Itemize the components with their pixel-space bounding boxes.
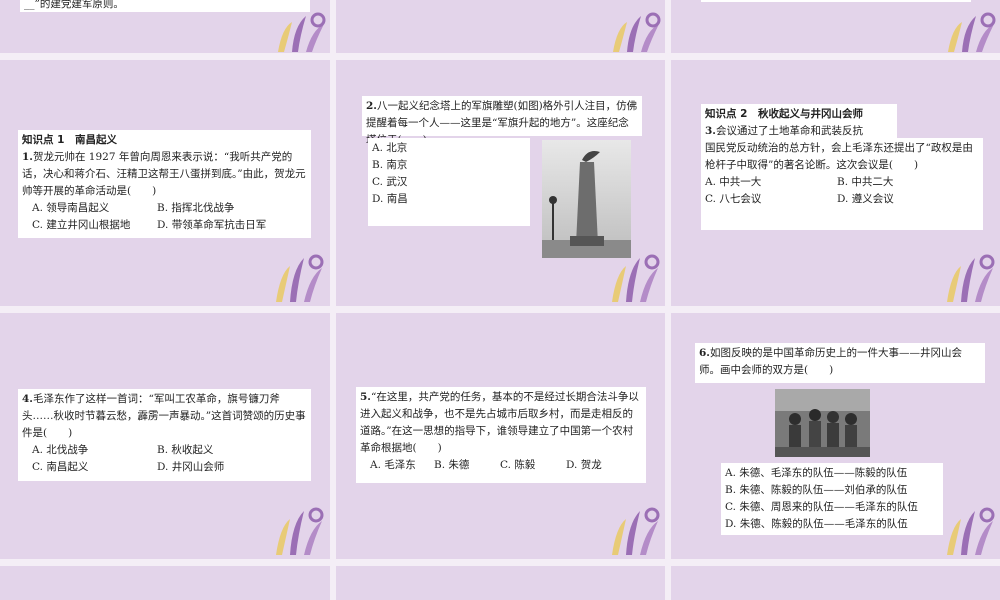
q3-number: 3.	[705, 125, 716, 137]
painting-image-icon	[775, 389, 870, 457]
q4-stem-text: 毛泽东作了这样一首词：“军叫工农革命，旗号镰刀斧头……秋收时节暮云愁，霹雳一声暴…	[22, 393, 306, 439]
q3-option-a: A. 中共一大	[705, 176, 762, 188]
q6-stem-text: 如图反映的是中国革命历史上的一件大事——井冈山会师。画中会师的双方是( )	[699, 347, 962, 376]
q1-number: 1.	[22, 151, 33, 163]
decorative-flower-icon	[947, 254, 995, 302]
q1-options-row-1: A. 领导南昌起义 B. 指挥北伐战争	[22, 200, 307, 217]
section-heading-1: 知识点 1 南昌起义	[22, 134, 117, 146]
q4-option-c: C. 南昌起义	[32, 461, 89, 473]
q4-options-row-2: C. 南昌起义 D. 井冈山会师	[22, 459, 307, 476]
slide-bottom-right	[671, 566, 1000, 600]
q6-option-d: D. 朱德、陈毅的队伍——毛泽东的队伍	[725, 518, 908, 530]
q1-stem-text: 贺龙元帅在 1927 年曾向周恩来表示说：“我听共产党的话，决心和蒋介石、汪精卫…	[22, 151, 306, 197]
q2-stem-box: 2.八一起义纪念塔上的军旗雕塑(如图)格外引人注目，仿佛提醒着每一个人——这里是…	[362, 96, 642, 146]
q1-box: 知识点 1 南昌起义 1.贺龙元帅在 1927 年曾向周恩来表示说：“我听共产党…	[18, 130, 311, 238]
slide-top-middle	[336, 0, 665, 53]
top-fragment-text: __”的建党建军原则。	[24, 0, 124, 10]
q3-option-c: C. 八七会议	[705, 193, 762, 205]
slide-q3: 知识点 2 秋收起义与井冈山会师 3.会议通过了土地革命和武装反抗 国民党反动统…	[671, 60, 1000, 306]
q6-option-c: C. 朱德、周恩来的队伍——毛泽东的队伍	[725, 501, 918, 513]
q2-option-c: C. 武汉	[372, 176, 408, 188]
q6-option-b: B. 朱德、陈毅的队伍——刘伯承的队伍	[725, 484, 908, 496]
q3-stem-first: 会议通过了土地革命和武装反抗	[715, 125, 863, 137]
q6-option-a: A. 朱德、毛泽东的队伍——陈毅的队伍	[725, 467, 908, 479]
q3-body-box: 国民党反动统治的总方针，会上毛泽东还提出了“政权是由枪杆子中取得”的著名论断。这…	[701, 138, 983, 230]
q5-option-a: A. 毛泽东	[370, 459, 416, 471]
q5-option-b: B. 朱德	[434, 459, 470, 471]
q2-number: 2.	[366, 100, 377, 112]
slide-q5: 5.“在这里，共产党的任务，基本的不是经过长期合法斗争以进入起义和战争，也不是先…	[336, 313, 665, 559]
q5-box: 5.“在这里，共产党的任务，基本的不是经过长期合法斗争以进入起义和战争，也不是先…	[356, 387, 646, 483]
q4-option-a: A. 北伐战争	[32, 444, 89, 456]
slide-q2: 2.八一起义纪念塔上的军旗雕塑(如图)格外引人注目，仿佛提醒着每一个人——这里是…	[336, 60, 665, 306]
slide-q4: 4.毛泽东作了这样一首词：“军叫工农革命，旗号镰刀斧头……秋收时节暮云愁，霹雳一…	[0, 313, 330, 559]
q4-options-row-1: A. 北伐战争 B. 秋收起义	[22, 442, 307, 459]
q1-option-d: D. 带领革命军抗击日军	[157, 219, 267, 231]
slide-bottom-middle	[336, 566, 665, 600]
decorative-flower-icon	[612, 507, 660, 555]
q3-option-b: B. 中共二大	[837, 176, 894, 188]
q1-options-row-2: C. 建立井冈山根据地 D. 带领革命军抗击日军	[22, 217, 307, 234]
decorative-flower-icon	[276, 507, 324, 555]
q4-stem: 4.毛泽东作了这样一首词：“军叫工农革命，旗号镰刀斧头……秋收时节暮云愁，霹雳一…	[22, 391, 307, 442]
decorative-flower-icon	[948, 12, 996, 52]
q5-stem: 5.“在这里，共产党的任务，基本的不是经过长期合法斗争以进入起义和战争，也不是先…	[360, 389, 642, 457]
q1-stem: 1.贺龙元帅在 1927 年曾向周恩来表示说：“我听共产党的话，决心和蒋介石、汪…	[22, 149, 307, 200]
slide-top-right	[671, 0, 1000, 53]
q4-option-b: B. 秋收起义	[157, 444, 214, 456]
q6-stem-box: 6.如图反映的是中国革命历史上的一件大事——井冈山会师。画中会师的双方是( )	[695, 343, 985, 383]
q3-options-row-2: C. 八七会议 D. 遵义会议	[705, 191, 979, 208]
decorative-flower-icon	[947, 507, 995, 555]
q6-number: 6.	[699, 347, 710, 359]
q1-option-a: A. 领导南昌起义	[32, 202, 110, 214]
q3-option-d: D. 遵义会议	[837, 193, 894, 205]
decorative-flower-icon	[612, 254, 660, 302]
monument-image-icon	[542, 151, 631, 258]
q2-option-d: D. 南昌	[372, 193, 408, 205]
q1-option-c: C. 建立井冈山根据地	[32, 219, 131, 231]
q5-option-d: D. 贺龙	[566, 459, 602, 471]
q2-option-b: B. 南京	[372, 159, 408, 171]
q5-number: 5.	[360, 391, 371, 403]
section-heading-2: 知识点 2 秋收起义与井冈山会师	[705, 108, 863, 120]
jinggangshan-painting	[775, 389, 870, 457]
slide-q6: 6.如图反映的是中国革命历史上的一件大事——井冈山会师。画中会师的双方是( ) …	[671, 313, 1000, 559]
decorative-flower-icon	[613, 12, 661, 52]
q4-number: 4.	[22, 393, 33, 405]
q1-option-b: B. 指挥北伐战争	[157, 202, 235, 214]
q6-options-box: A. 朱德、毛泽东的队伍——陈毅的队伍 B. 朱德、陈毅的队伍——刘伯承的队伍 …	[721, 463, 943, 535]
slide-top-left: __”的建党建军原则。	[0, 0, 330, 53]
q5-stem-text: “在这里，共产党的任务，基本的不是经过长期合法斗争以进入起义和战争，也不是先占城…	[360, 391, 639, 454]
q3-options-row-1: A. 中共一大 B. 中共二大	[705, 174, 979, 191]
monument-photo	[542, 140, 631, 258]
q5-options-row: A. 毛泽东 B. 朱德 C. 陈毅 D. 贺龙	[360, 457, 642, 474]
q3-heading-box: 知识点 2 秋收起义与井冈山会师 3.会议通过了土地革命和武装反抗	[701, 104, 897, 140]
q4-option-d: D. 井冈山会师	[157, 461, 225, 473]
decorative-flower-icon	[278, 12, 326, 52]
top-right-fragment-box	[701, 0, 971, 2]
q4-box: 4.毛泽东作了这样一首词：“军叫工农革命，旗号镰刀斧头……秋收时节暮云愁，霹雳一…	[18, 389, 311, 481]
q2-option-a: A. 北京	[372, 142, 408, 154]
q2-options-box: A. 北京 B. 南京 C. 武汉 D. 南昌	[368, 138, 530, 226]
q3-stem-rest: 国民党反动统治的总方针，会上毛泽东还提出了“政权是由枪杆子中取得”的著名论断。这…	[705, 142, 973, 171]
slide-q1: 知识点 1 南昌起义 1.贺龙元帅在 1927 年曾向周恩来表示说：“我听共产党…	[0, 60, 330, 306]
top-fragment-box: __”的建党建军原则。	[20, 0, 310, 12]
q5-option-c: C. 陈毅	[500, 459, 536, 471]
slide-bottom-left	[0, 566, 330, 600]
decorative-flower-icon	[276, 254, 324, 302]
